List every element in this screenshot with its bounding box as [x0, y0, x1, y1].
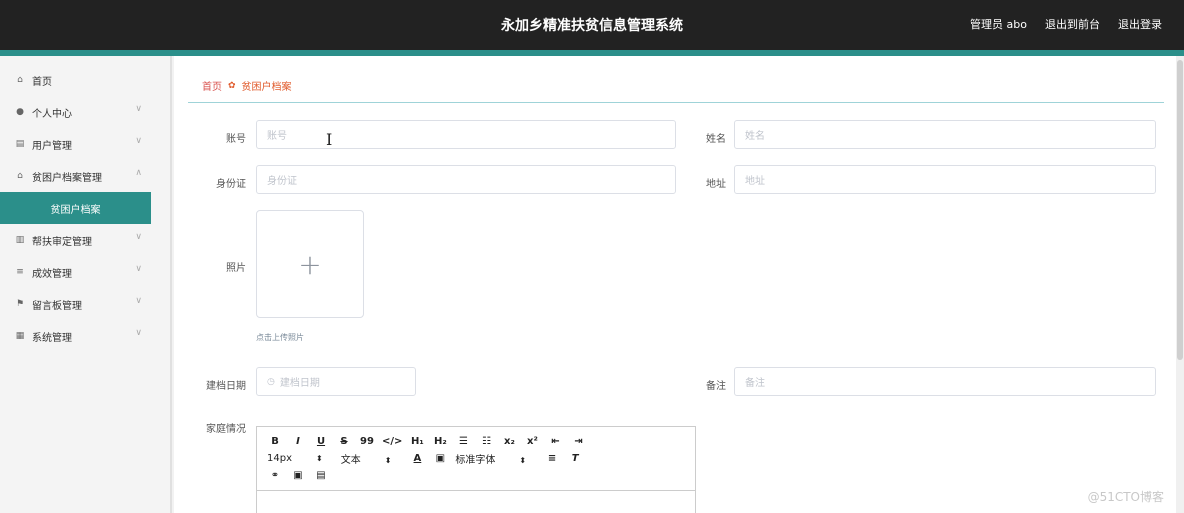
strike-button[interactable]: S	[336, 436, 352, 447]
h2-button[interactable]: H₂	[432, 436, 448, 447]
upload-hint: 点击上传照片	[256, 333, 304, 342]
sidebar-item-poor-archive[interactable]: ⌂ 贫困户档案管理 ∧	[0, 160, 170, 192]
flag-icon: ⚑	[15, 299, 25, 309]
select-arrow-icon: ⬍	[384, 456, 392, 465]
font-color-button[interactable]: A	[409, 453, 425, 464]
text-type-select[interactable]: 文本 ⬍	[341, 451, 392, 466]
sidebar-item-label: 留言板管理	[32, 300, 82, 312]
bold-button[interactable]: B	[267, 436, 283, 447]
toolbar-row-3: ⚭ ▣ ▤	[267, 467, 685, 484]
chart-icon: ▥	[15, 235, 25, 245]
text-cursor-icon: I	[326, 130, 333, 149]
bullet-list-button[interactable]: ☷	[478, 436, 494, 447]
clock-icon: ◷	[267, 376, 275, 387]
outdent-button[interactable]: ⇤	[547, 436, 563, 447]
chevron-down-icon: ∨	[135, 264, 142, 274]
chevron-down-icon: ∨	[135, 232, 142, 242]
breadcrumb-home[interactable]: 首页	[202, 78, 222, 93]
main-content: 首页 ✿ 贫困户档案 账号 账号 I 姓名 姓名 身份证 身份证 地址 地址 照…	[174, 56, 1176, 513]
address-input[interactable]: 地址	[734, 165, 1156, 194]
list-icon: ≡	[16, 267, 24, 277]
editor-toolbar: B I U S 99 </> H₁ H₂ ☰ ☷ x₂ x² ⇤ ⇥ 14px ⬍…	[257, 427, 695, 491]
remark-label: 备注	[706, 381, 726, 392]
code-button[interactable]: </>	[382, 436, 402, 447]
home-icon: ⌂	[17, 75, 23, 85]
photo-label: 照片	[226, 263, 246, 274]
sidebar-item-label: 首页	[32, 76, 52, 88]
font-family-select[interactable]: 标准字体 ⬍	[455, 451, 526, 466]
idcard-label: 身份证	[216, 179, 246, 190]
toolbar-row-1: B I U S 99 </> H₁ H₂ ☰ ☷ x₂ x² ⇤ ⇥	[267, 433, 685, 450]
underline-button[interactable]: U	[313, 436, 329, 447]
doc-icon: ▤	[15, 139, 25, 149]
account-label: 账号	[226, 134, 246, 145]
scrollbar-thumb[interactable]	[1177, 60, 1183, 360]
sidebar-item-label: 帮扶审定管理	[32, 236, 92, 248]
chevron-up-icon: ∧	[135, 168, 142, 178]
superscript-button[interactable]: x²	[524, 436, 540, 447]
sidebar-subitem-poor-archive[interactable]: 贫困户档案	[0, 192, 151, 224]
h1-button[interactable]: H₁	[409, 436, 425, 447]
account-input[interactable]: 账号	[256, 120, 676, 149]
italic-button[interactable]: I	[290, 436, 306, 447]
name-label: 姓名	[706, 134, 726, 145]
quote-button[interactable]: 99	[359, 436, 375, 447]
logout-link[interactable]: 退出登录	[1118, 16, 1162, 32]
sidebar-item-label: 系统管理	[32, 332, 72, 344]
grid-icon: ▦	[15, 331, 25, 341]
link-icon[interactable]: ⚭	[267, 470, 283, 481]
chevron-down-icon: ∨	[135, 328, 142, 338]
sidebar-item-label: 用户管理	[32, 140, 72, 152]
remark-input[interactable]: 备注	[734, 367, 1156, 396]
subscript-button[interactable]: x₂	[501, 436, 517, 447]
family-label: 家庭情况	[206, 424, 246, 435]
breadcrumb-current: 贫困户档案	[241, 82, 292, 93]
plus-icon: +	[298, 247, 322, 281]
sidebar-item-assist-review[interactable]: ▥ 帮扶审定管理 ∨	[0, 224, 170, 256]
chevron-down-icon: ∨	[135, 136, 142, 146]
indent-button[interactable]: ⇥	[570, 436, 586, 447]
chevron-down-icon: ∨	[135, 296, 142, 306]
date-placeholder: 建档日期	[279, 378, 320, 389]
top-right-links: 管理员 abo 退出到前台 退出登录	[970, 16, 1162, 32]
ordered-list-button[interactable]: ☰	[455, 436, 471, 447]
breadcrumb-separator-icon: ✿	[228, 80, 236, 91]
admin-label: 管理员 abo	[970, 18, 1027, 31]
sidebar-item-system[interactable]: ▦ 系统管理 ∨	[0, 320, 170, 352]
photo-upload-button[interactable]: +	[256, 210, 364, 318]
clear-format-button[interactable]: T	[567, 453, 583, 464]
select-arrow-icon: ⬍	[519, 456, 527, 465]
date-label: 建档日期	[206, 381, 246, 392]
goto-front-link[interactable]: 退出到前台	[1045, 16, 1100, 32]
scrollbar[interactable]	[1176, 56, 1184, 513]
background-color-button[interactable]: ▣	[432, 453, 448, 464]
image-icon[interactable]: ▣	[290, 470, 306, 481]
rich-text-editor: B I U S 99 </> H₁ H₂ ☰ ☷ x₂ x² ⇤ ⇥ 14px ⬍…	[256, 426, 696, 513]
sidebar-item-label: 贫困户档案管理	[32, 172, 102, 184]
watermark: @51CTO博客	[1087, 490, 1164, 504]
top-bar: 永加乡精准扶贫信息管理系统 管理员 abo 退出到前台 退出登录	[0, 0, 1184, 50]
sidebar-item-label: 个人中心	[32, 108, 72, 120]
chevron-down-icon: ∨	[135, 104, 142, 114]
user-icon: ●	[16, 107, 24, 117]
sidebar-item-results[interactable]: ≡ 成效管理 ∨	[0, 256, 170, 288]
sidebar: ⌂ 首页 ● 个人中心 ∨ ▤ 用户管理 ∨ ⌂ 贫困户档案管理 ∧ 贫困户档案…	[0, 56, 172, 513]
breadcrumb: 首页 ✿ 贫困户档案	[202, 78, 292, 94]
sidebar-item-personal[interactable]: ● 个人中心 ∨	[0, 96, 170, 128]
align-button[interactable]: ≡	[544, 453, 560, 464]
date-input[interactable]: ◷ 建档日期	[256, 367, 416, 396]
breadcrumb-divider	[188, 102, 1164, 103]
address-label: 地址	[706, 179, 726, 190]
toolbar-row-2: 14px ⬍ 文本 ⬍ A ▣ 标准字体 ⬍ ≡ T	[267, 450, 685, 467]
sidebar-item-home[interactable]: ⌂ 首页	[0, 64, 170, 96]
idcard-input[interactable]: 身份证	[256, 165, 676, 194]
house-icon: ⌂	[17, 171, 23, 181]
name-input[interactable]: 姓名	[734, 120, 1156, 149]
sidebar-item-users[interactable]: ▤ 用户管理 ∨	[0, 128, 170, 160]
select-arrow-icon: ⬍	[316, 454, 323, 463]
video-icon[interactable]: ▤	[313, 470, 329, 481]
font-size-select[interactable]: 14px ⬍	[267, 453, 323, 464]
sidebar-item-label: 成效管理	[32, 268, 72, 280]
sidebar-item-messages[interactable]: ⚑ 留言板管理 ∨	[0, 288, 170, 320]
